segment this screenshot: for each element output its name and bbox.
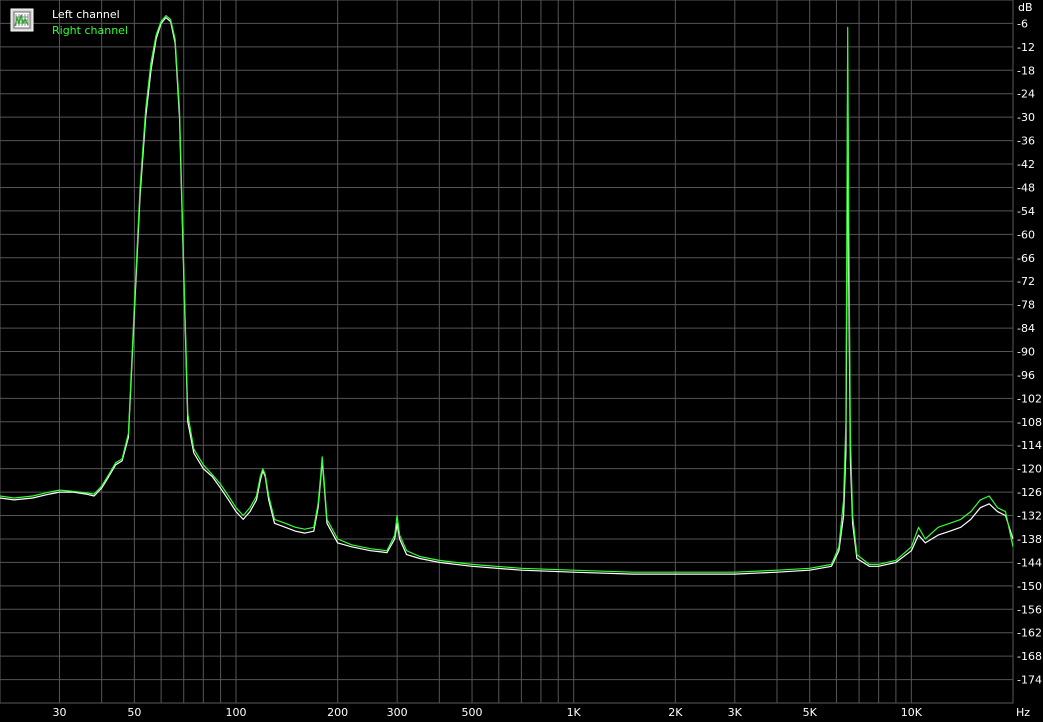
x-tick-label: 5K <box>803 706 818 719</box>
x-tick-label: 30 <box>52 706 66 719</box>
x-tick-label: 3K <box>728 706 743 719</box>
y-unit-label: dB <box>1018 1 1033 14</box>
x-tick-label: 1K <box>567 706 582 719</box>
y-tick-label: -90 <box>1017 346 1035 359</box>
x-tick-label: 500 <box>462 706 483 719</box>
x-tick-label: 100 <box>226 706 247 719</box>
y-tick-label: -174 <box>1017 674 1042 687</box>
y-tick-label: -150 <box>1017 580 1042 593</box>
y-tick-label: -120 <box>1017 463 1042 476</box>
y-tick-label: -114 <box>1017 439 1042 452</box>
x-tick-label: 10K <box>901 706 923 719</box>
y-tick-label: -42 <box>1017 158 1035 171</box>
y-tick-label: -30 <box>1017 111 1035 124</box>
x-tick-label: 2K <box>668 706 683 719</box>
x-tick-label: 300 <box>387 706 408 719</box>
x-unit-label: Hz <box>1016 706 1030 719</box>
y-tick-label: -144 <box>1017 556 1042 569</box>
y-tick-label: -84 <box>1017 322 1035 335</box>
legend-left-channel: Left channel <box>52 8 120 21</box>
legend-icon[interactable] <box>10 8 34 32</box>
y-tick-label: -78 <box>1017 299 1035 312</box>
y-tick-label: -36 <box>1017 135 1035 148</box>
y-tick-label: -48 <box>1017 181 1035 194</box>
y-tick-label: -66 <box>1017 252 1035 265</box>
y-tick-label: -72 <box>1017 275 1035 288</box>
y-tick-label: -24 <box>1017 88 1035 101</box>
y-tick-label: -12 <box>1017 41 1035 54</box>
y-tick-label: -168 <box>1017 650 1042 663</box>
y-tick-label: -138 <box>1017 533 1042 546</box>
y-tick-label: -156 <box>1017 603 1042 616</box>
y-tick-label: -132 <box>1017 510 1042 523</box>
y-tick-label: -162 <box>1017 627 1042 640</box>
y-tick-label: -108 <box>1017 416 1042 429</box>
x-tick-label: 50 <box>127 706 141 719</box>
y-tick-label: -102 <box>1017 392 1042 405</box>
y-tick-label: -54 <box>1017 205 1035 218</box>
spectrum-chart: -6 -12 -18 -24 -30 -36 -42 -48 -54 -60 -66 -72 -78 -8… <box>0 0 1043 722</box>
x-tick-label: 200 <box>327 706 348 719</box>
y-tick-label: -6 <box>1017 17 1028 30</box>
y-tick-label: -126 <box>1017 486 1042 499</box>
legend-right-channel: Right channel <box>52 24 128 37</box>
y-tick-label: -96 <box>1017 369 1035 382</box>
y-tick-label: -18 <box>1017 64 1035 77</box>
y-tick-label: -60 <box>1017 228 1035 241</box>
